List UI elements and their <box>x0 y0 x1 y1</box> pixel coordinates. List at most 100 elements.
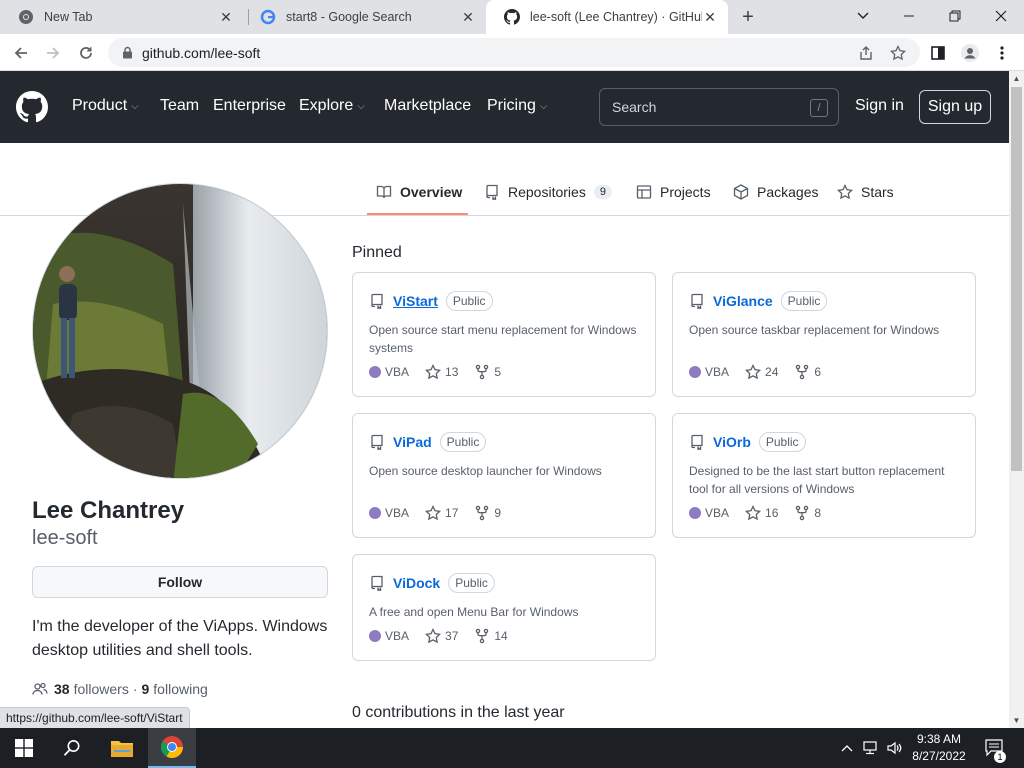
table-icon <box>636 184 652 200</box>
clock-date: 8/27/2022 <box>912 749 966 763</box>
tab-overview[interactable]: Overview <box>376 181 462 203</box>
repo-icon <box>484 184 500 200</box>
repo-language: VBA <box>385 365 410 379</box>
new-tab-button[interactable]: + <box>736 5 760 29</box>
star-icon <box>425 364 442 380</box>
star-count: 17 <box>445 506 459 520</box>
address-bar[interactable]: github.com/lee-soft <box>108 38 920 67</box>
star-icon <box>425 628 442 644</box>
following-link[interactable]: following <box>153 681 207 697</box>
chevron-down-icon: ⌵ <box>357 100 365 112</box>
language-color-dot <box>689 507 701 519</box>
stargazers-link[interactable]: 24 <box>745 364 778 380</box>
pinned-repo-card: ViPad Public Open source desktop launche… <box>352 413 656 538</box>
repo-language: VBA <box>385 506 410 520</box>
close-tab-icon[interactable]: ✕ <box>460 9 476 25</box>
chrome-taskbar-button[interactable] <box>148 728 196 768</box>
restore-button[interactable] <box>932 0 978 32</box>
scroll-down-arrow-icon[interactable]: ▼ <box>1009 713 1024 728</box>
repo-icon <box>689 434 705 450</box>
follow-button[interactable]: Follow <box>32 566 328 598</box>
nav-label: Pricing <box>487 97 536 114</box>
sign-up-button[interactable]: Sign up <box>919 90 991 124</box>
forward-button[interactable] <box>40 40 66 66</box>
repo-name-link[interactable]: ViDock <box>393 575 440 591</box>
forks-link[interactable]: 5 <box>474 364 501 380</box>
fork-count: 8 <box>814 506 822 520</box>
back-button[interactable] <box>8 40 34 66</box>
fork-icon <box>796 364 809 380</box>
github-logo-icon[interactable] <box>16 91 48 123</box>
side-panel-icon[interactable] <box>925 40 951 66</box>
file-explorer-button[interactable] <box>98 728 146 768</box>
nav-product[interactable]: Product ⌵ <box>72 97 139 115</box>
tab-projects[interactable]: Projects <box>636 181 711 203</box>
followers-count[interactable]: 38 <box>54 681 70 697</box>
tab-search-icon[interactable] <box>840 0 886 32</box>
close-tab-icon[interactable]: ✕ <box>218 9 234 25</box>
repo-icon <box>689 293 705 309</box>
scrollbar-thumb[interactable] <box>1011 87 1022 471</box>
sign-in-link[interactable]: Sign in <box>855 97 904 115</box>
tab-packages[interactable]: Packages <box>733 181 818 203</box>
pinned-repo-card: ViStart Public Open source start menu re… <box>352 272 656 397</box>
followers-link[interactable]: followers <box>74 681 129 697</box>
following-count[interactable]: 9 <box>142 681 150 697</box>
lock-icon[interactable] <box>120 46 134 59</box>
browser-tab-new-tab[interactable]: New Tab ✕ <box>0 0 244 34</box>
repo-name-link[interactable]: ViPad <box>393 434 432 450</box>
reload-button[interactable] <box>73 40 99 66</box>
share-icon[interactable] <box>856 43 876 63</box>
close-window-button[interactable] <box>978 0 1024 32</box>
star-count: 37 <box>445 629 459 643</box>
scroll-up-arrow-icon[interactable]: ▲ <box>1009 71 1024 86</box>
nav-explore[interactable]: Explore ⌵ <box>299 97 365 115</box>
network-icon[interactable] <box>862 739 880 757</box>
nav-team[interactable]: Team <box>160 97 199 115</box>
taskbar-search-button[interactable] <box>48 728 96 768</box>
browser-tab-github[interactable]: lee-soft (Lee Chantrey) · GitHub ✕ <box>486 0 728 34</box>
forks-link[interactable]: 9 <box>474 505 501 521</box>
stargazers-link[interactable]: 37 <box>425 628 458 644</box>
contributions-heading: 0 contributions in the last year <box>352 704 565 721</box>
nav-pricing[interactable]: Pricing ⌵ <box>487 97 548 115</box>
forks-link[interactable]: 8 <box>794 505 821 521</box>
stargazers-link[interactable]: 16 <box>745 505 778 521</box>
forks-link[interactable]: 14 <box>474 628 508 644</box>
star-icon <box>837 184 853 200</box>
stargazers-link[interactable]: 13 <box>425 364 458 380</box>
page-scrollbar[interactable]: ▲ ▼ <box>1009 71 1024 728</box>
fork-count: 5 <box>494 365 502 379</box>
forks-link[interactable]: 6 <box>794 364 821 380</box>
show-hidden-icons-chevron-icon[interactable] <box>838 739 856 757</box>
tab-repositories[interactable]: Repositories 9 <box>484 181 612 203</box>
start-button[interactable] <box>0 728 48 768</box>
search-input[interactable]: Search / <box>599 88 839 126</box>
slash-key-icon: / <box>810 99 828 117</box>
profile-avatar-icon[interactable] <box>957 40 983 66</box>
repo-description: A free and open Menu Bar for Windows <box>369 605 579 619</box>
tab-stars[interactable]: Stars <box>837 181 894 203</box>
star-icon <box>425 505 442 521</box>
book-icon <box>376 184 392 200</box>
repo-name-link[interactable]: ViOrb <box>713 434 751 450</box>
repo-icon <box>369 434 385 450</box>
repo-name-link[interactable]: ViGlance <box>713 293 773 309</box>
stargazers-link[interactable]: 17 <box>425 505 458 521</box>
close-tab-icon[interactable]: ✕ <box>702 9 718 25</box>
chrome-menu-icon[interactable] <box>989 40 1015 66</box>
browser-tab-google-search[interactable]: start8 - Google Search ✕ <box>242 0 486 34</box>
nav-enterprise[interactable]: Enterprise <box>213 97 286 115</box>
bookmark-star-icon[interactable] <box>888 43 908 63</box>
fork-count: 14 <box>494 629 508 643</box>
visibility-badge: Public <box>448 573 495 593</box>
repo-icon <box>369 575 385 591</box>
windows-taskbar: 9:38 AM 8/27/2022 1 <box>0 728 1024 768</box>
taskbar-clock[interactable]: 9:38 AM 8/27/2022 <box>908 731 970 765</box>
minimize-button[interactable] <box>886 0 932 32</box>
repo-name-link[interactable]: ViStart <box>393 293 438 309</box>
volume-icon[interactable] <box>886 739 904 757</box>
nav-marketplace[interactable]: Marketplace <box>384 97 471 115</box>
search-placeholder: Search <box>612 99 657 115</box>
profile-avatar[interactable] <box>32 183 328 479</box>
